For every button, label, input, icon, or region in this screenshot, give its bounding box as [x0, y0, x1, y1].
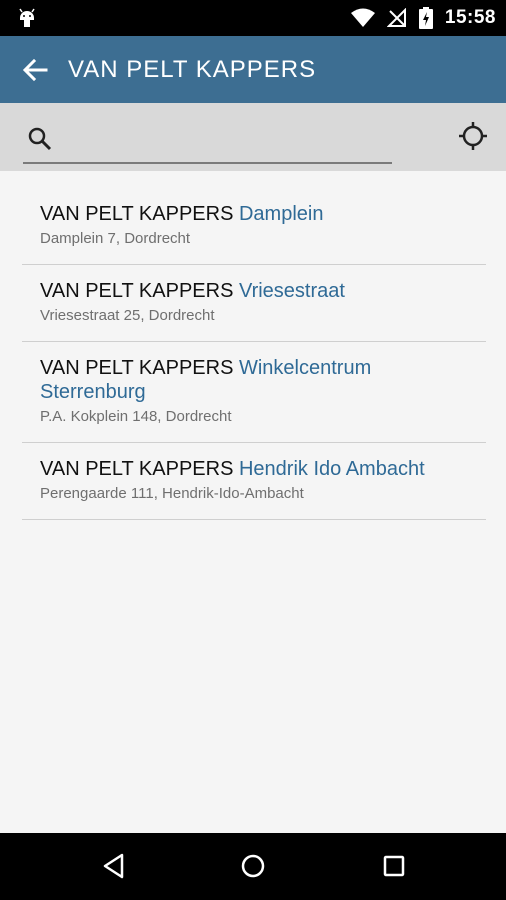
location-branch: Vriesestraat [238, 280, 345, 302]
recents-square-icon[interactable] [377, 849, 411, 883]
location-address: P.A. Kokplein 148, Dordrecht [40, 408, 232, 425]
location-branch: Damplein [238, 203, 324, 225]
location-address: Perengaarde 111, Hendrik-Ido-Ambacht [40, 485, 304, 502]
battery-charging-icon [418, 7, 433, 29]
list-item[interactable]: VAN PELT KAPPERS Vriesestraat Vriesestra… [22, 265, 486, 342]
search-field[interactable] [23, 117, 392, 164]
location-title: VAN PELT KAPPERS Winkelcentrum Sterrenbu… [40, 356, 468, 404]
location-list: VAN PELT KAPPERS Damplein Damplein 7, Do… [22, 188, 486, 520]
search-input[interactable] [63, 123, 387, 157]
location-address: Vriesestraat 25, Dordrecht [40, 307, 215, 324]
navigation-bar [0, 833, 506, 900]
crosshair-location-icon[interactable] [458, 121, 488, 151]
back-triangle-icon[interactable] [97, 849, 131, 883]
search-bar [0, 103, 506, 171]
android-debug-icon [19, 8, 35, 27]
location-branch: Hendrik Ido Ambacht [238, 458, 425, 480]
list-item[interactable]: VAN PELT KAPPERS Winkelcentrum Sterrenbu… [22, 342, 486, 443]
list-item[interactable]: VAN PELT KAPPERS Hendrik Ido Ambacht Per… [22, 443, 486, 520]
search-icon[interactable] [27, 126, 53, 152]
location-title: VAN PELT KAPPERS Hendrik Ido Ambacht [40, 457, 468, 481]
location-brand: VAN PELT KAPPERS [40, 203, 234, 225]
app-bar: VAN PELT KAPPERS [0, 36, 506, 103]
location-brand: VAN PELT KAPPERS [40, 357, 234, 379]
wifi-icon [350, 8, 375, 27]
location-address: Damplein 7, Dordrecht [40, 230, 191, 247]
list-item[interactable]: VAN PELT KAPPERS Damplein Damplein 7, Do… [22, 188, 486, 265]
location-title: VAN PELT KAPPERS Vriesestraat [40, 279, 468, 303]
status-bar: 15:58 [0, 0, 506, 36]
status-time: 15:58 [444, 7, 496, 28]
location-brand: VAN PELT KAPPERS [40, 458, 234, 480]
location-brand: VAN PELT KAPPERS [40, 280, 234, 302]
home-circle-icon[interactable] [236, 849, 270, 883]
no-signal-icon [386, 8, 406, 27]
arrow-left-icon[interactable] [18, 53, 52, 87]
location-title: VAN PELT KAPPERS Damplein [40, 202, 468, 226]
page-title: VAN PELT KAPPERS [68, 56, 317, 83]
